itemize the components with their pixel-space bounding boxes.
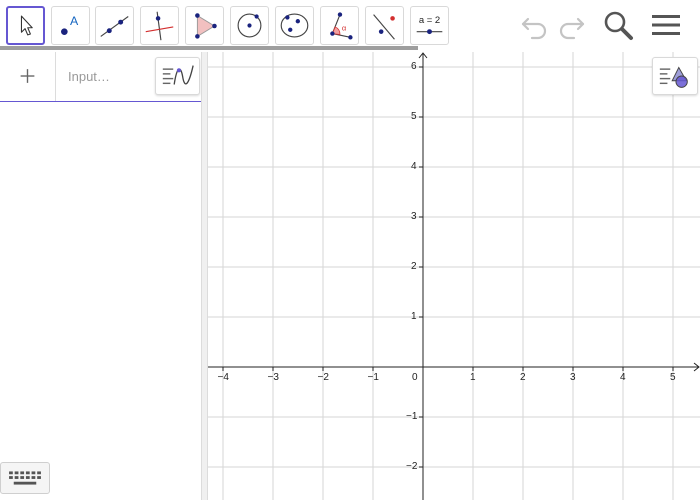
circle-tool-button[interactable]: [230, 6, 269, 45]
x-tick-label: −1: [367, 372, 379, 383]
menu-button[interactable]: [649, 8, 683, 42]
perpendicular-line-tool-button[interactable]: [140, 6, 179, 45]
graphics-view[interactable]: −4 −3 −2 −1 0 1 2 3 4 5 6 5 4 3 2 1 −1 −2: [208, 52, 700, 500]
algebra-view: [0, 52, 201, 500]
slider-tool-button[interactable]: a = 2: [410, 6, 449, 45]
graphics-style-bar-button[interactable]: [652, 57, 698, 95]
point-tool-button[interactable]: A: [51, 6, 90, 45]
point-tool-label: A: [70, 14, 79, 28]
x-tick-label: 5: [670, 372, 676, 383]
algebra-input-field[interactable]: [57, 52, 153, 101]
line-icon: [100, 16, 129, 37]
polygon-tool-button[interactable]: [185, 6, 224, 45]
x-tick-label: 4: [620, 372, 626, 383]
x-tick-label: 2: [520, 372, 526, 383]
y-tick-label: 5: [411, 111, 417, 122]
algebra-style-bar-button[interactable]: [155, 57, 200, 95]
y-tick-label: 4: [411, 161, 417, 172]
redo-icon: [559, 17, 585, 40]
y-tick-label: 6: [411, 61, 417, 72]
y-tick-label: 3: [411, 211, 417, 222]
y-tick-label: −2: [406, 461, 418, 472]
toolbar: A α a = 2: [0, 0, 700, 50]
coordinate-grid: [208, 52, 700, 500]
add-item-button[interactable]: [0, 52, 56, 101]
panel-divider[interactable]: [201, 52, 208, 500]
perpendicular-line-icon: [145, 11, 174, 41]
ellipse-tool-button[interactable]: [275, 6, 314, 45]
graphics-style-icon: [659, 66, 688, 88]
reflect-tool-button[interactable]: [365, 6, 404, 45]
x-tick-label: 0: [412, 372, 418, 383]
x-tick-label: −4: [217, 372, 229, 383]
slider-tool-label: a = 2: [419, 15, 440, 26]
search-button[interactable]: [601, 8, 635, 42]
x-tick-label: 3: [570, 372, 576, 383]
toolbar-underline: [0, 46, 418, 50]
redo-button[interactable]: [554, 8, 588, 42]
y-tick-label: 2: [411, 261, 417, 272]
algebra-style-icon: [162, 65, 194, 85]
angle-icon: α: [330, 12, 353, 40]
slider-icon: a = 2: [416, 15, 443, 35]
hamburger-menu-icon: [652, 15, 680, 35]
keyboard-icon: [9, 471, 41, 485]
ellipse-icon: [280, 13, 309, 38]
point-icon: A: [61, 14, 79, 35]
reflect-icon: [373, 14, 395, 40]
move-tool-button[interactable]: [6, 6, 45, 45]
polygon-icon: [195, 13, 217, 39]
keyboard-toggle-button[interactable]: [0, 462, 50, 494]
geogebra-app: A α a = 2 Input… −4 −3 −2 −1 0 1 2 3 4 5…: [0, 0, 700, 500]
angle-tool-label: α: [342, 24, 347, 33]
undo-button[interactable]: [518, 8, 552, 42]
y-tick-label: −1: [406, 411, 418, 422]
y-tick-label: 1: [411, 311, 417, 322]
circle-icon: [237, 13, 262, 38]
line-tool-button[interactable]: [95, 6, 134, 45]
search-icon: [604, 11, 633, 40]
arrow-cursor-icon: [20, 15, 33, 36]
plus-icon: [20, 69, 35, 83]
x-tick-label: −2: [317, 372, 329, 383]
angle-tool-button[interactable]: α: [320, 6, 359, 45]
algebra-input-row: [0, 52, 201, 102]
undo-icon: [521, 17, 547, 40]
x-tick-label: 1: [470, 372, 476, 383]
x-tick-label: −3: [267, 372, 279, 383]
